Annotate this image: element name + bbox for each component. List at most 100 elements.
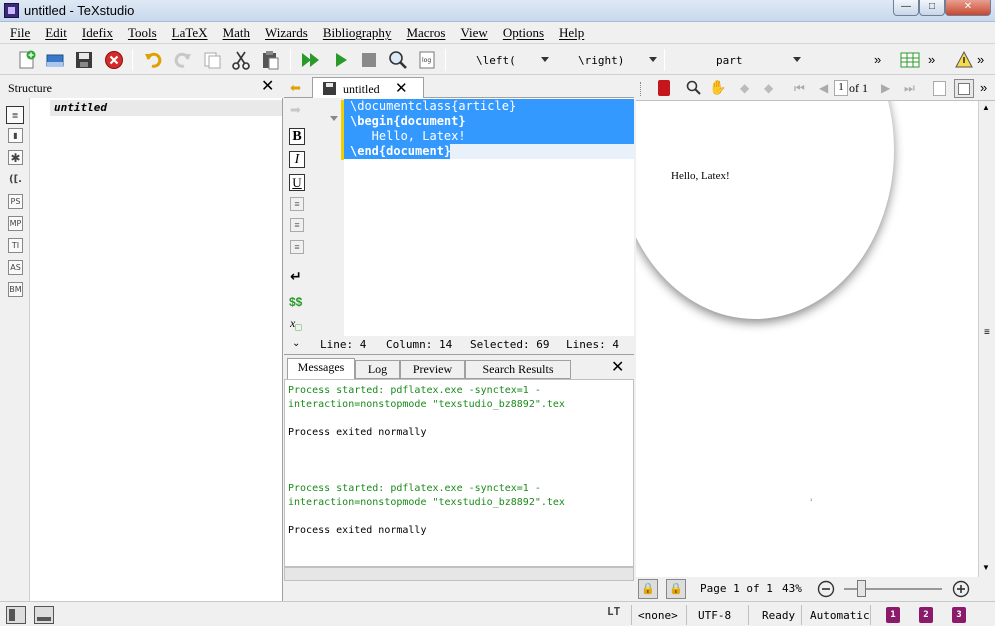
warning-icon[interactable]: [953, 49, 975, 71]
toolbar-overflow-icon[interactable]: »: [874, 52, 881, 67]
search-icon[interactable]: [686, 80, 702, 96]
menu-help[interactable]: Help: [559, 25, 584, 41]
maximize-button[interactable]: □: [919, 0, 945, 16]
scroll-down-icon[interactable]: ▼: [982, 563, 990, 572]
cut-icon[interactable]: [230, 49, 252, 71]
forward-arrow-icon[interactable]: ➡: [290, 102, 301, 118]
left-delimiter-combo[interactable]: \left(: [476, 50, 552, 70]
view-log-icon[interactable]: log: [416, 49, 438, 71]
menu-idefix[interactable]: Idefix: [82, 25, 113, 41]
last-page-icon[interactable]: ⏭: [904, 81, 915, 96]
build-and-view-icon[interactable]: [300, 49, 322, 71]
language-tool-icon[interactable]: LT: [607, 605, 620, 618]
metapost-icon[interactable]: MP: [8, 216, 23, 231]
first-page-icon[interactable]: ⏮: [794, 81, 805, 96]
toggle-messages-icon[interactable]: [34, 606, 54, 624]
close-window-button[interactable]: ✕: [945, 0, 991, 16]
align-center-icon[interactable]: ≡: [290, 218, 304, 232]
previous-page-icon[interactable]: ◀: [819, 81, 828, 95]
close-document-icon[interactable]: [103, 49, 125, 71]
pdf-vertical-scrollbar[interactable]: ▲ ≡ ▼: [978, 101, 995, 577]
minimize-button[interactable]: —: [893, 0, 919, 16]
menu-bibliography[interactable]: Bibliography: [323, 25, 392, 41]
bookmark-icon[interactable]: ▮: [8, 128, 23, 143]
pdf-page-view[interactable]: Hello, Latex! 1: [636, 101, 978, 577]
undo-icon[interactable]: [142, 49, 164, 71]
close-structure-icon[interactable]: ✕: [261, 79, 274, 95]
tab-untitled[interactable]: untitled ✕: [312, 77, 424, 99]
stop-icon[interactable]: [358, 49, 380, 71]
open-file-icon[interactable]: [44, 49, 66, 71]
zoom-out-icon[interactable]: [817, 580, 835, 598]
paste-icon[interactable]: [259, 49, 281, 71]
code-editor[interactable]: \documentclass{article} \begin{document}…: [344, 98, 634, 336]
scroll-up-icon[interactable]: ▲: [982, 103, 990, 112]
bookmark-1-icon[interactable]: 1: [886, 607, 900, 623]
messages-horizontal-scrollbar[interactable]: [284, 567, 634, 581]
table-icon[interactable]: [899, 49, 921, 71]
menu-edit[interactable]: Edit: [45, 25, 67, 41]
toggle-structure-icon[interactable]: [6, 606, 26, 624]
tikz-icon[interactable]: TI: [8, 238, 23, 253]
menu-view[interactable]: View: [460, 25, 487, 41]
scroll-thumb[interactable]: ≡: [984, 327, 990, 338]
menu-tools[interactable]: Tools: [128, 25, 157, 41]
structure-tree-item[interactable]: untitled: [50, 100, 282, 116]
pdf-file-icon[interactable]: [658, 80, 670, 96]
copy-icon[interactable]: [201, 49, 223, 71]
sync-lock-icon[interactable]: 🔒: [638, 579, 658, 599]
menu-macros[interactable]: Macros: [406, 25, 445, 41]
zoom-level[interactable]: 43%: [782, 582, 802, 595]
history-forward-icon[interactable]: ◆: [764, 81, 773, 95]
newline-icon[interactable]: ↵: [290, 268, 302, 285]
fit-width-icon[interactable]: [954, 79, 974, 98]
underline-icon[interactable]: U: [289, 174, 305, 191]
fold-icon[interactable]: [330, 116, 338, 121]
brackets-icon[interactable]: ([.: [8, 172, 23, 187]
new-file-icon[interactable]: [16, 49, 38, 71]
redo-icon[interactable]: [172, 49, 194, 71]
bookmark-3-icon[interactable]: 3: [952, 607, 966, 623]
italic-icon[interactable]: I: [289, 151, 305, 168]
next-page-icon[interactable]: ▶: [881, 81, 890, 95]
history-back-icon[interactable]: ◆: [740, 81, 749, 95]
close-tab-icon[interactable]: ✕: [395, 79, 408, 98]
symbols-star-icon[interactable]: ✱: [8, 150, 23, 165]
pstricks-icon[interactable]: PS: [8, 194, 23, 209]
menu-latex[interactable]: LaTeX: [172, 25, 208, 41]
bookmark-2-icon[interactable]: 2: [919, 607, 933, 623]
menu-options[interactable]: Options: [503, 25, 544, 41]
bold-icon[interactable]: B: [289, 128, 305, 145]
messages-output[interactable]: Process started: pdflatex.exe -synctex=1…: [284, 379, 634, 567]
tab-search-results[interactable]: Search Results: [465, 360, 571, 379]
align-left-icon[interactable]: ≡: [290, 197, 304, 211]
tab-messages[interactable]: Messages: [287, 358, 355, 380]
bookmarks-bm-icon[interactable]: BM: [8, 282, 23, 297]
page-number-input[interactable]: 1: [834, 80, 848, 96]
sync-lock-icon-2[interactable]: 🔒: [666, 579, 686, 599]
align-right-icon[interactable]: ≡: [290, 240, 304, 254]
single-page-icon[interactable]: [933, 81, 946, 96]
math-mode-icon[interactable]: $$: [289, 295, 302, 309]
right-delimiter-combo[interactable]: \right): [578, 50, 660, 70]
zoom-in-icon[interactable]: [952, 580, 970, 598]
menu-wizards[interactable]: Wizards: [265, 25, 308, 41]
menu-file[interactable]: File: [10, 25, 30, 41]
encoding[interactable]: UTF-8: [698, 609, 731, 622]
toolbar-overflow-icon-2[interactable]: »: [928, 52, 935, 67]
spell-language[interactable]: <none>: [638, 609, 678, 622]
compile-icon[interactable]: [330, 49, 352, 71]
more-format-icon[interactable]: ⌄: [292, 338, 300, 349]
tab-log[interactable]: Log: [355, 360, 400, 379]
asymptote-icon[interactable]: AS: [8, 260, 23, 275]
toolbar-overflow-icon-3[interactable]: »: [977, 52, 984, 67]
structure-list-icon[interactable]: ≣: [6, 106, 24, 124]
back-arrow-icon[interactable]: ⬅: [290, 80, 301, 96]
section-combo[interactable]: part: [716, 50, 804, 70]
close-messages-icon[interactable]: ✕: [611, 360, 624, 376]
hand-tool-icon[interactable]: ✋: [709, 79, 726, 96]
zoom-slider-handle[interactable]: [857, 580, 866, 597]
status-mode[interactable]: Automatic: [810, 609, 870, 622]
menu-math[interactable]: Math: [223, 25, 250, 41]
pdf-toolbar-overflow-icon[interactable]: »: [980, 80, 987, 95]
